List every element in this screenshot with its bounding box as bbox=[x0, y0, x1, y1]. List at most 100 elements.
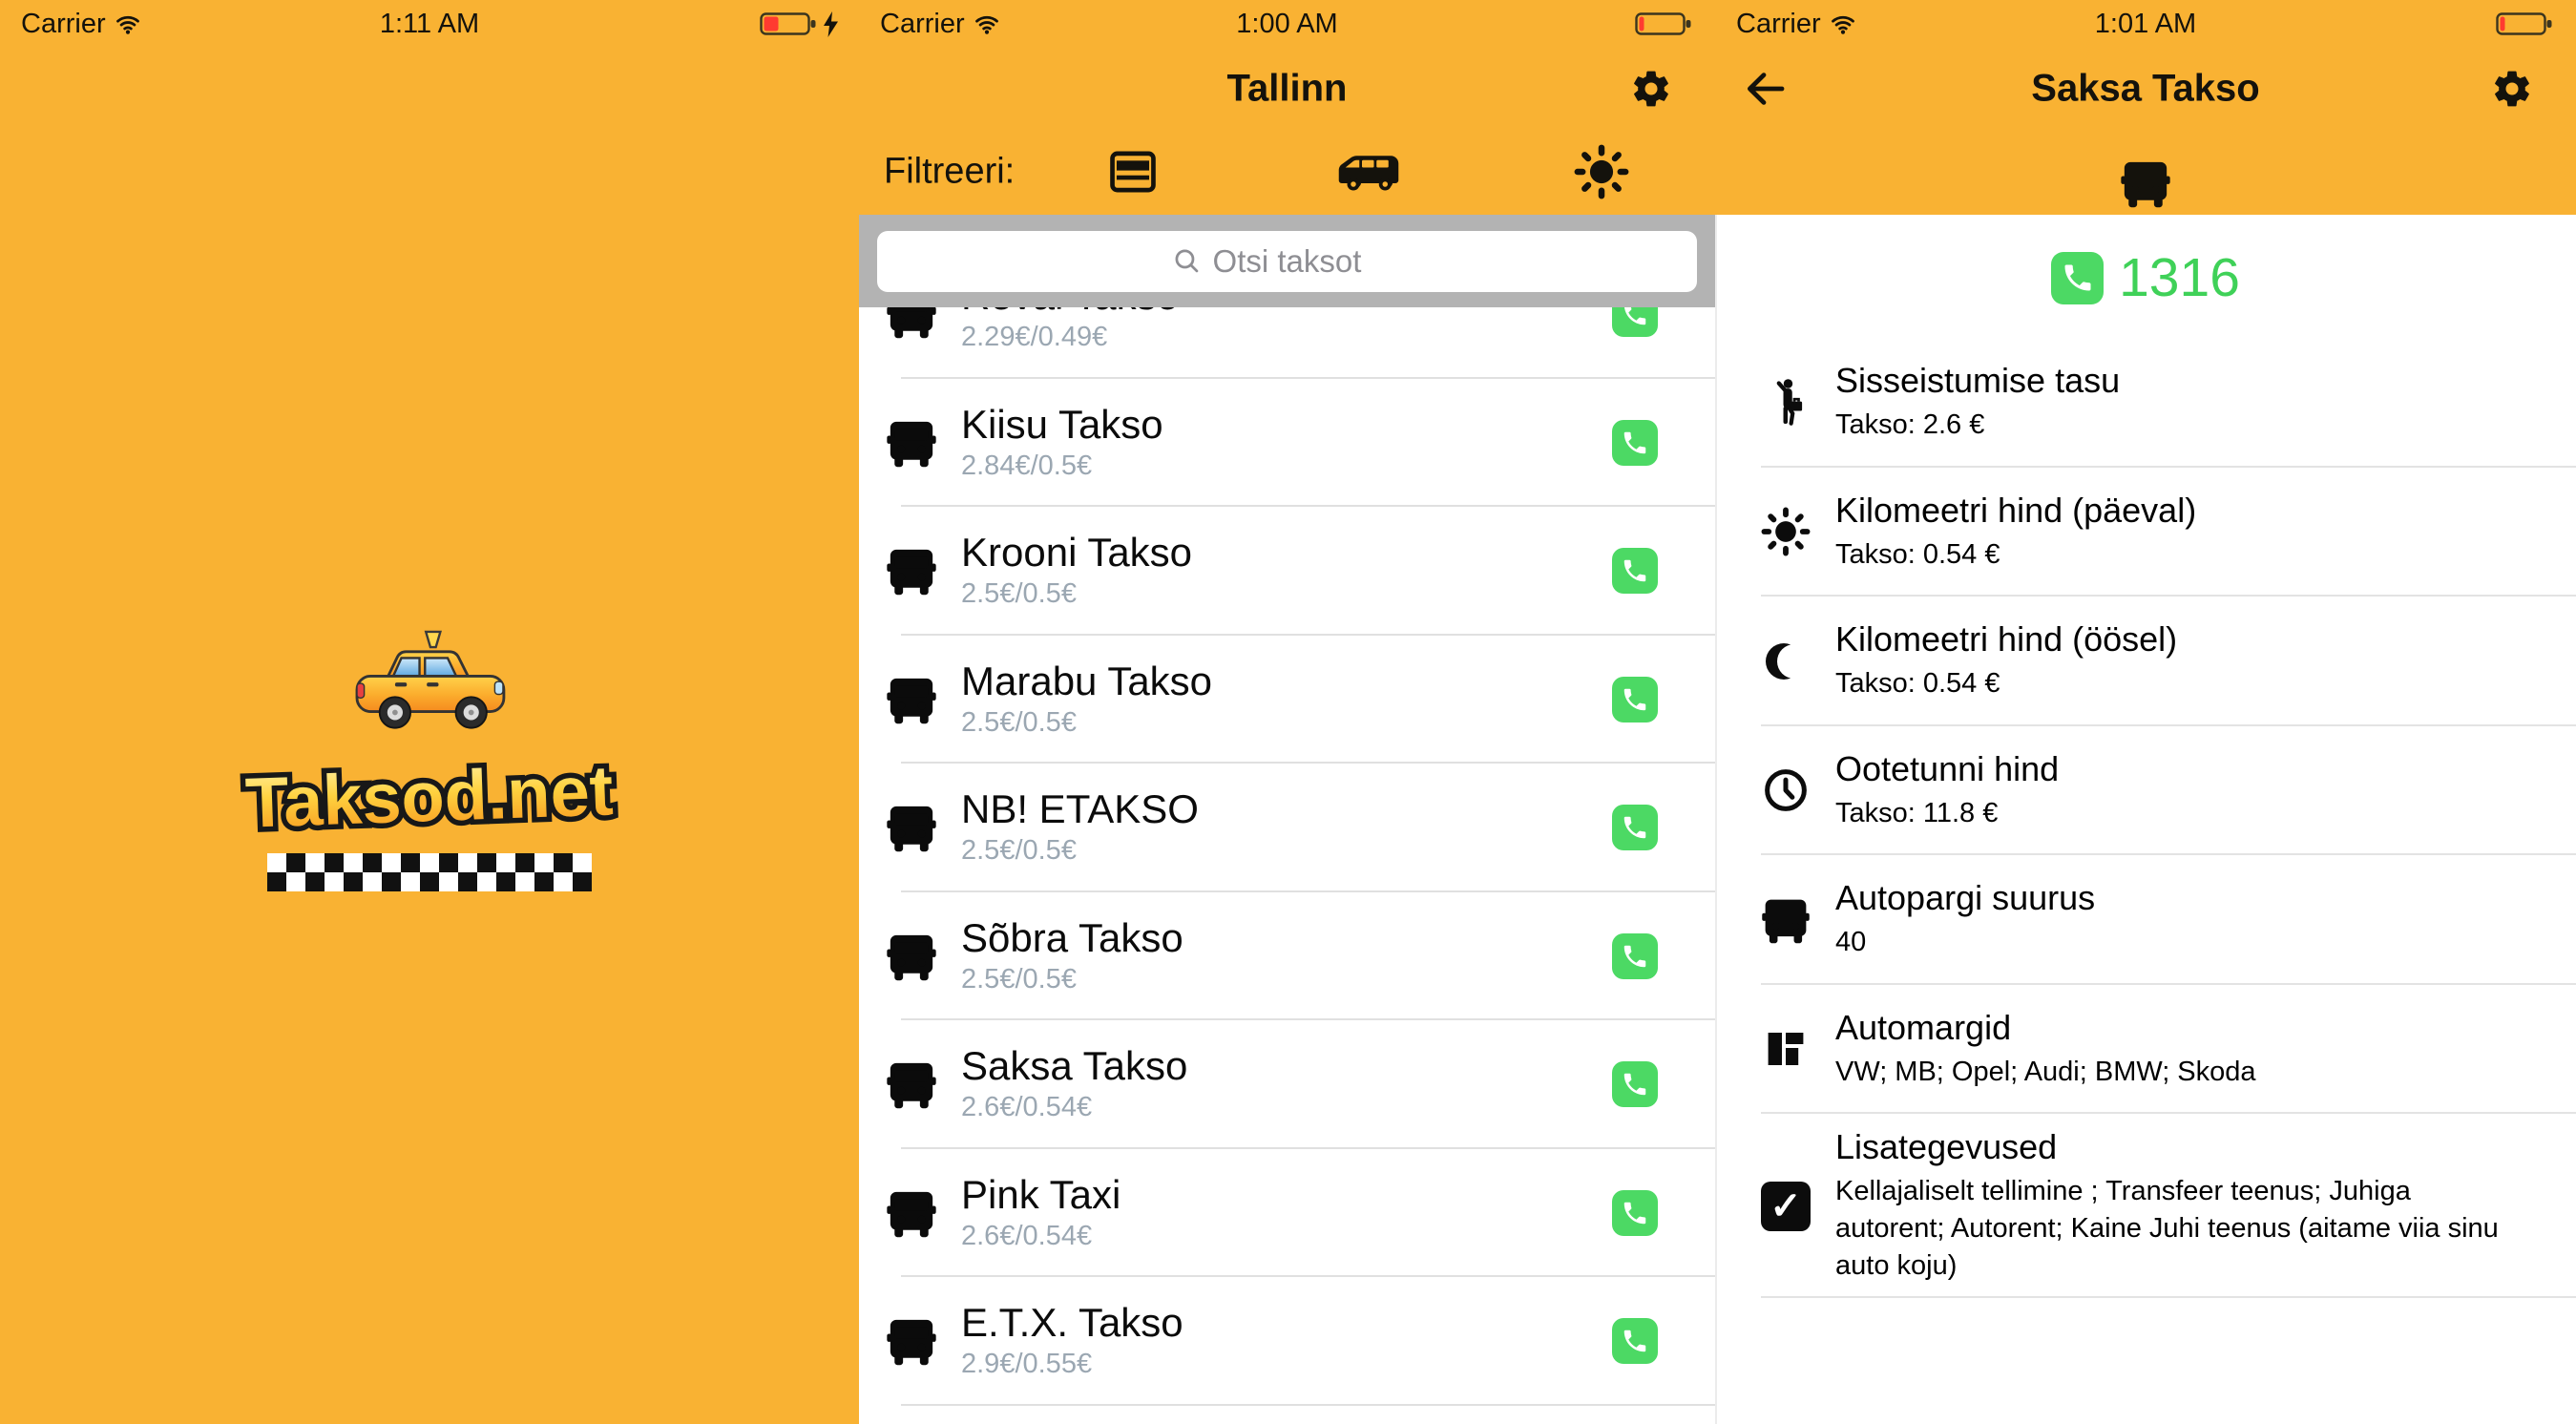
taxi-name: Sõbra Takso bbox=[961, 917, 1183, 959]
card-filter-icon[interactable] bbox=[1106, 145, 1160, 199]
taxi-price: 2.5€/0.5€ bbox=[961, 964, 1183, 995]
call-button[interactable] bbox=[1612, 677, 1658, 722]
detail-row: Automargid VW; MB; Opel; Audi; BMW; Skod… bbox=[1715, 985, 2576, 1115]
call-button[interactable] bbox=[1612, 548, 1658, 594]
status-bar: Carrier 1:11 AM bbox=[0, 0, 859, 48]
taxi-name: Marabu Takso bbox=[961, 660, 1212, 702]
detail-row: .drow-icon .cut{fill:#ffffff} Autopargi … bbox=[1715, 855, 2576, 985]
checkmark-glyph: ✓ bbox=[1761, 1182, 1811, 1231]
brand-block: Taksod.net bbox=[0, 625, 859, 891]
checkerboard-strip bbox=[267, 853, 592, 891]
taxi-row[interactable]: NB! ETAKSO 2.5€/0.5€ bbox=[859, 764, 1715, 892]
app-screenshots: Carrier 1:11 AM bbox=[0, 0, 2576, 1424]
detail-value: 40 bbox=[1835, 924, 2095, 961]
detail-value: Takso: 0.54 € bbox=[1835, 536, 2196, 574]
van-filter-icon[interactable] bbox=[1335, 147, 1402, 197]
status-bar: Carrier 1:01 AM bbox=[1715, 0, 2576, 48]
phone-icon bbox=[1621, 813, 1649, 842]
filter-row: Filtreeri: bbox=[859, 129, 1715, 215]
sun-icon bbox=[1755, 507, 1816, 556]
detail-value: VW; MB; Opel; Audi; BMW; Skoda bbox=[1835, 1054, 2256, 1091]
phone-icon bbox=[1621, 1199, 1649, 1227]
taxi-company-icon: .hdr-car .cut{fill:#F9B233} bbox=[2119, 157, 2172, 210]
status-time: 1:01 AM bbox=[1715, 9, 2576, 40]
search-input[interactable] bbox=[877, 231, 1697, 292]
call-button[interactable] bbox=[1612, 805, 1658, 850]
phone-icon bbox=[1621, 1070, 1649, 1099]
car-icon bbox=[885, 1313, 938, 1369]
phone-icon bbox=[1621, 942, 1649, 971]
car-icon bbox=[885, 672, 938, 727]
taxi-row[interactable]: Pink Taxi 2.6€/0.54€ bbox=[859, 1149, 1715, 1278]
call-button[interactable] bbox=[1612, 933, 1658, 979]
car-icon bbox=[885, 929, 938, 984]
settings-gear-icon[interactable] bbox=[2490, 67, 2534, 111]
detail-title: Automargid bbox=[1835, 1008, 2256, 1048]
detail-value: Takso: 11.8 € bbox=[1835, 795, 2059, 832]
detail-row: Ootetunni hind Takso: 11.8 € bbox=[1715, 726, 2576, 856]
taxi-name: E.T.X. Takso bbox=[961, 1302, 1183, 1344]
detail-row: Sisseistumise tasu Takso: 2.6 € bbox=[1715, 338, 2576, 468]
car-icon bbox=[885, 543, 938, 598]
battery-icon bbox=[760, 10, 819, 37]
charging-bolt-icon bbox=[824, 11, 838, 37]
battery-icon bbox=[2496, 10, 2555, 37]
hailing-person-icon bbox=[1755, 375, 1816, 430]
call-button[interactable] bbox=[1612, 1061, 1658, 1107]
taxi-row[interactable]: Saksa Takso 2.6€/0.54€ bbox=[859, 1020, 1715, 1149]
panel-divider bbox=[1715, 215, 1717, 1424]
detail-title: Ootetunni hind bbox=[1835, 749, 2059, 789]
nav-bar: Tallinn bbox=[859, 48, 1715, 129]
detail-row: ✓ Lisategevused Kellajaliselt tellimine … bbox=[1715, 1114, 2576, 1298]
call-button[interactable] bbox=[1612, 1318, 1658, 1364]
detail-value: Takso: 2.6 € bbox=[1835, 407, 2120, 444]
status-time: 1:11 AM bbox=[0, 9, 859, 40]
taxi-name: Saksa Takso bbox=[961, 1045, 1187, 1087]
detail-list: Sisseistumise tasu Takso: 2.6 € bbox=[1715, 338, 2576, 1298]
taxi-row[interactable]: Kiisu Takso 2.84€/0.5€ bbox=[859, 379, 1715, 508]
status-time: 1:00 AM bbox=[859, 9, 1715, 40]
phone-badge[interactable] bbox=[2051, 252, 2104, 304]
phone-number[interactable]: 1316 bbox=[2119, 246, 2240, 309]
settings-gear-icon[interactable] bbox=[1629, 67, 1673, 111]
phone-icon bbox=[2061, 261, 2095, 295]
page-title: Tallinn bbox=[859, 67, 1715, 110]
checkbox-icon: ✓ bbox=[1755, 1182, 1816, 1231]
screen-taxi-detail: Carrier 1:01 AM Saksa Takso bbox=[1715, 0, 2576, 1424]
car-icon bbox=[885, 800, 938, 855]
detail-title: Lisategevused bbox=[1835, 1127, 2523, 1167]
list-header: Carrier 1:00 AM Tallinn Filtreeri: bbox=[859, 0, 1715, 215]
taxi-cartoon-illustration bbox=[339, 625, 520, 744]
taxi-row[interactable]: E.T.X. Takso 2.9€/0.55€ bbox=[859, 1277, 1715, 1406]
detail-row: Kilomeetri hind (päeval) Takso: 0.54 € bbox=[1715, 468, 2576, 597]
taxi-name: Pink Taxi bbox=[961, 1174, 1120, 1216]
car-icon bbox=[885, 1185, 938, 1241]
screen-taxi-list: Carrier 1:00 AM Tallinn Filtreeri: bbox=[859, 0, 1715, 1424]
detail-title: Sisseistumise tasu bbox=[1835, 361, 2120, 401]
status-bar: Carrier 1:00 AM bbox=[859, 0, 1715, 48]
taxi-price: 2.5€/0.5€ bbox=[961, 578, 1192, 610]
battery-icon bbox=[1635, 10, 1694, 37]
phone-number-row[interactable]: 1316 bbox=[1715, 215, 2576, 341]
moon-icon bbox=[1755, 639, 1816, 684]
taxi-row[interactable]: Krooni Takso 2.5€/0.5€ bbox=[859, 507, 1715, 636]
taxi-price: 2.5€/0.5€ bbox=[961, 707, 1212, 739]
taxi-name: Kiisu Takso bbox=[961, 404, 1163, 446]
taxi-row[interactable]: Marabu Takso 2.5€/0.5€ bbox=[859, 636, 1715, 764]
call-button[interactable] bbox=[1612, 1190, 1658, 1236]
detail-title: Kilomeetri hind (öösel) bbox=[1835, 619, 2177, 660]
filter-label: Filtreeri: bbox=[884, 152, 1015, 193]
taxi-row[interactable]: Sõbra Takso 2.5€/0.5€ bbox=[859, 892, 1715, 1021]
grid-icon bbox=[1755, 1026, 1816, 1072]
detail-header: Carrier 1:01 AM Saksa Takso bbox=[1715, 0, 2576, 215]
clock-icon bbox=[1755, 766, 1816, 814]
app-logo: Taksod.net bbox=[181, 746, 678, 849]
taxi-price: 2.84€/0.5€ bbox=[961, 450, 1163, 482]
taxi-name: NB! ETAKSO bbox=[961, 788, 1199, 830]
taxi-name: Krooni Takso bbox=[961, 532, 1192, 574]
sun-filter-icon[interactable] bbox=[1574, 144, 1629, 199]
car-icon: .drow-icon .cut{fill:#ffffff} bbox=[1755, 893, 1816, 947]
taxi-list: Reval Takso 2.29€/0.49€ Kiisu Takso 2.84… bbox=[859, 250, 1715, 1406]
phone-icon bbox=[1621, 429, 1649, 457]
call-button[interactable] bbox=[1612, 420, 1658, 466]
